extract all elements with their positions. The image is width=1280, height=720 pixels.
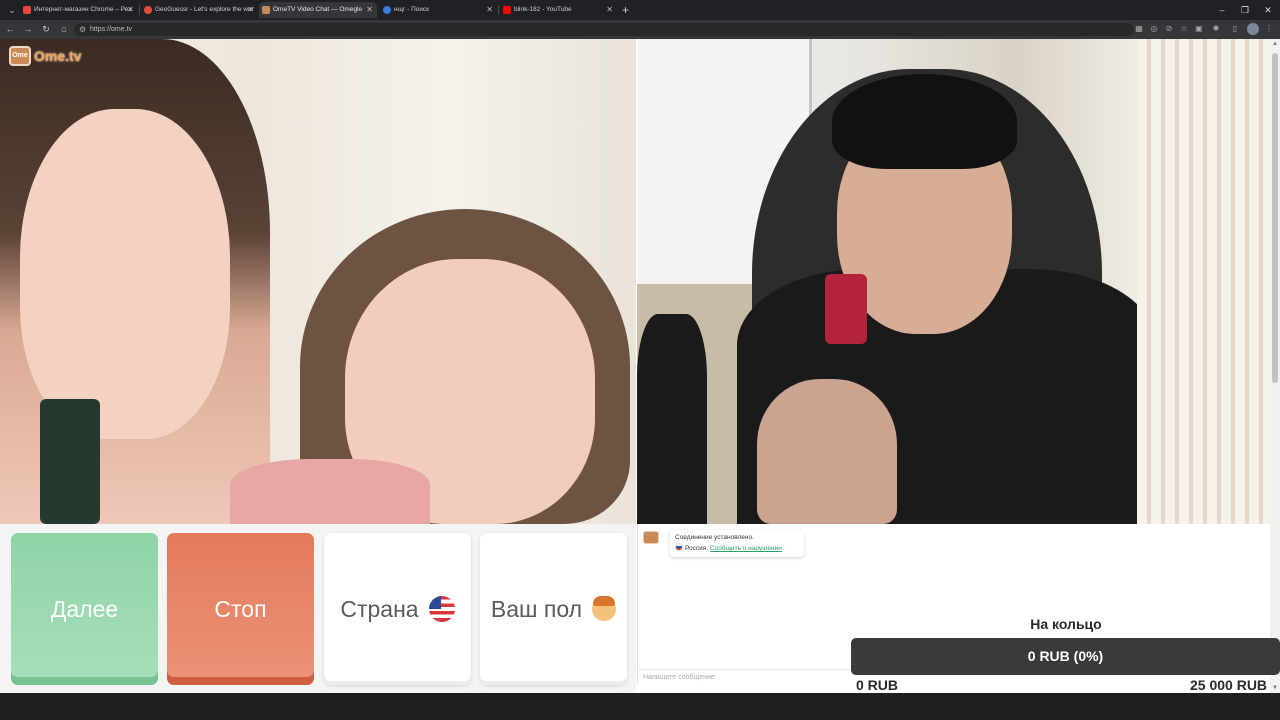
tab-close-icon[interactable]: ✕: [366, 2, 373, 18]
donation-progress-text: 0 RUB (0%): [1027, 648, 1104, 664]
tab-search-icon[interactable]: ⌄: [5, 3, 19, 17]
home-icon[interactable]: ⌂: [58, 23, 70, 36]
gender-button[interactable]: Ваш пол: [480, 533, 627, 685]
chrome-store-icon: [23, 6, 31, 14]
page-scrollbar[interactable]: ▲ ▼: [1270, 39, 1280, 693]
browser-tab[interactable]: blink-182 - YouTube ✕: [500, 2, 617, 18]
tab-close-icon[interactable]: ✕: [127, 2, 134, 18]
tab-close-icon[interactable]: ✕: [247, 2, 254, 18]
tab-close-icon[interactable]: ✕: [606, 2, 613, 18]
camera-icon[interactable]: ▣: [1194, 24, 1204, 34]
forward-icon[interactable]: →: [22, 23, 34, 36]
donation-max-label: 25 000 RUB: [1190, 677, 1268, 693]
eye-icon[interactable]: ◎: [1149, 24, 1159, 34]
partner-country: Россия.: [685, 545, 709, 552]
geoguessr-icon: [144, 6, 152, 14]
bookmark-star-icon[interactable]: ☆: [1179, 24, 1189, 34]
site-info-icon[interactable]: ⚙: [79, 23, 86, 36]
minimize-icon[interactable]: –: [1212, 3, 1232, 17]
profile-avatar[interactable]: [1247, 23, 1259, 35]
system-message: Соединение установлено. Россия. Сообщить…: [670, 530, 804, 557]
scroll-up-icon[interactable]: ▲: [1270, 39, 1280, 49]
ometv-avatar: [643, 531, 659, 544]
partner-video: Ome Ome.tv: [0, 39, 636, 524]
donation-progress-bar: 0 RUB (0%): [851, 638, 1280, 675]
message-input[interactable]: Напишите сообщение: [638, 669, 862, 685]
search-icon: [383, 6, 391, 14]
boy-emoji-icon: [592, 596, 617, 621]
tab-close-icon[interactable]: ✕: [486, 2, 493, 18]
browser-tab-bar: ⌄ Интернет-магазин Chrome – Рез ✕ GeoGue…: [0, 0, 1280, 20]
sidepanel-icon[interactable]: ▯: [1230, 24, 1240, 34]
browser-tab[interactable]: GeoGuessr - Let's explore the wor ✕: [141, 2, 258, 18]
donation-min-label: 0 RUB: [856, 677, 899, 693]
us-flag-icon: [428, 596, 455, 622]
controls-panel: Далее Стоп Страна Ваш пол: [0, 524, 636, 693]
youtube-icon: [503, 6, 511, 14]
browser-tab[interactable]: нщг - Поиск ✕: [380, 2, 497, 18]
report-link[interactable]: Сообщить о нарушении: [710, 545, 782, 552]
browser-tab-active[interactable]: OmeTV Video Chat — Omegle ✕: [259, 2, 377, 18]
self-camera-video: [637, 39, 1270, 524]
ometv-icon: [262, 6, 270, 14]
connection-status: Соединение установлено.: [675, 534, 754, 541]
back-icon[interactable]: ←: [4, 23, 16, 36]
address-bar[interactable]: ⚙ https://ome.tv: [74, 23, 1134, 36]
country-button[interactable]: Страна: [324, 533, 471, 685]
blocked-icon[interactable]: ⊘: [1164, 24, 1174, 34]
restore-icon[interactable]: ❐: [1235, 3, 1255, 17]
stop-button[interactable]: Стоп: [167, 533, 314, 685]
translate-icon[interactable]: ▦: [1134, 24, 1144, 34]
ometv-logo: Ome Ome.tv: [9, 45, 81, 67]
reload-icon[interactable]: ↻: [40, 23, 52, 36]
ometv-page: Ome Ome.tv Далее Стоп Страна Ваш пол Сое…: [0, 39, 1270, 693]
new-tab-button[interactable]: +: [622, 2, 629, 18]
scroll-down-icon[interactable]: ▼: [1270, 683, 1280, 693]
next-button[interactable]: Далее: [11, 533, 158, 685]
donation-goal-title: На кольцо: [1030, 616, 1102, 632]
extensions-icon[interactable]: ✱: [1211, 24, 1221, 34]
url-text: https://ome.tv: [90, 26, 133, 33]
close-window-icon[interactable]: ✕: [1258, 3, 1278, 17]
menu-icon[interactable]: ⋮: [1264, 24, 1274, 34]
scrollbar-thumb[interactable]: [1272, 53, 1278, 383]
russia-flag-icon: [675, 543, 683, 551]
screen-bottom: [0, 693, 1280, 720]
address-toolbar: ← → ↻ ⌂ ⚙ https://ome.tv ▦ ◎ ⊘ ☆ ▣ ✱ ▯ ⋮: [0, 20, 1280, 39]
browser-tab[interactable]: Интернет-магазин Chrome – Рез ✕: [20, 2, 138, 18]
